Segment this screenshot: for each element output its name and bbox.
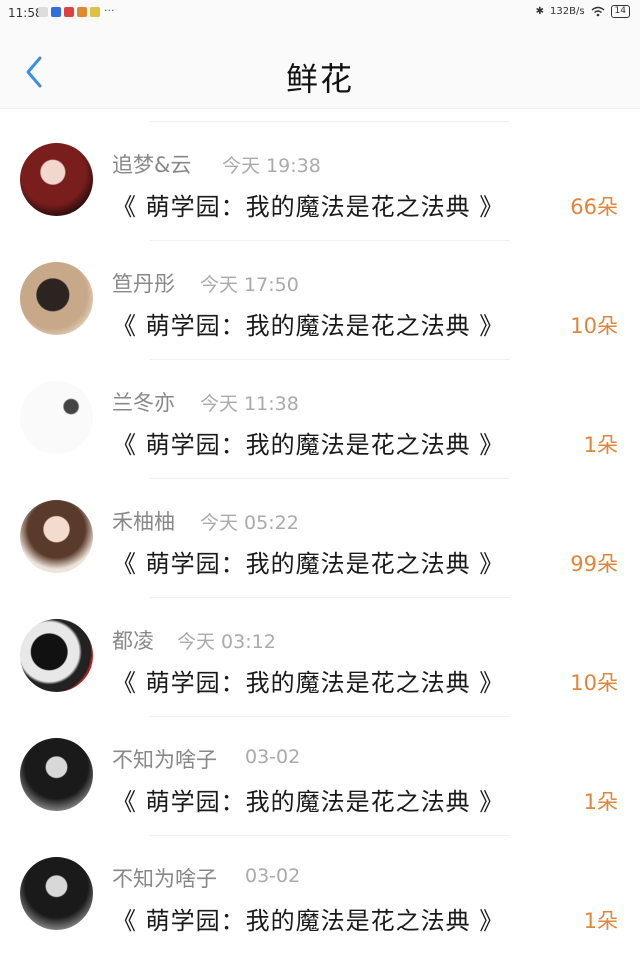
user-name[interactable]: 追梦&云 bbox=[112, 149, 191, 179]
flower-count: 1朵 bbox=[583, 909, 618, 933]
divider bbox=[150, 240, 510, 241]
book-title[interactable]: 《 萌学园：我的魔法是花之法典 》 bbox=[112, 901, 504, 936]
battery-icon: 14 bbox=[610, 5, 630, 18]
list-item[interactable]: 都凌 今天 03:12 《 萌学园：我的魔法是花之法典 》 10朵 bbox=[0, 597, 640, 716]
user-name[interactable]: 兰冬亦 bbox=[112, 387, 175, 417]
divider bbox=[150, 835, 510, 836]
flower-count: 99朵 bbox=[570, 552, 618, 576]
app-notification-icon bbox=[90, 7, 100, 17]
avatar[interactable] bbox=[20, 381, 93, 454]
list-item[interactable]: 不知为啥子 03-02 《 萌学园：我的魔法是花之法典 》 1朵 bbox=[0, 835, 640, 954]
flower-count: 10朵 bbox=[570, 671, 618, 695]
list-item[interactable]: 不知为啥子 03-02 《 萌学园：我的魔法是花之法典 》 1朵 bbox=[0, 716, 640, 835]
list-item[interactable]: 追梦&云 今天 19:38 《 萌学园：我的魔法是花之法典 》 66朵 bbox=[0, 121, 640, 240]
flower-count: 1朵 bbox=[583, 433, 618, 457]
timestamp: 今天 19:38 bbox=[222, 155, 321, 177]
book-title[interactable]: 《 萌学园：我的魔法是花之法典 》 bbox=[112, 782, 504, 817]
app-notification-icon bbox=[64, 7, 74, 17]
avatar[interactable] bbox=[20, 143, 93, 216]
app-notification-icon bbox=[38, 7, 48, 17]
user-name[interactable]: 都凌 bbox=[112, 625, 154, 655]
avatar[interactable] bbox=[20, 262, 93, 335]
page-header: 鲜花 bbox=[0, 26, 640, 109]
status-bar: 11:58 ··· ✱ 132B/s 14 bbox=[0, 0, 640, 26]
book-title[interactable]: 《 萌学园：我的魔法是花之法典 》 bbox=[112, 663, 504, 698]
net-speed: 132B/s bbox=[550, 6, 585, 17]
timestamp: 03-02 bbox=[245, 865, 301, 887]
more-notifications-icon: ··· bbox=[104, 4, 115, 17]
list-item[interactable]: 兰冬亦 今天 11:38 《 萌学园：我的魔法是花之法典 》 1朵 bbox=[0, 359, 640, 478]
avatar[interactable] bbox=[20, 857, 93, 930]
list-item[interactable]: 禾柚柚 今天 05:22 《 萌学园：我的魔法是花之法典 》 99朵 bbox=[0, 478, 640, 597]
page-title: 鲜花 bbox=[285, 60, 354, 98]
timestamp: 今天 05:22 bbox=[200, 512, 299, 534]
divider bbox=[150, 478, 510, 479]
user-name[interactable]: 不知为啥子 bbox=[112, 744, 217, 774]
timestamp: 今天 11:38 bbox=[200, 393, 299, 415]
avatar[interactable] bbox=[20, 500, 93, 573]
app-notification-icon bbox=[51, 7, 61, 17]
book-title[interactable]: 《 萌学园：我的魔法是花之法典 》 bbox=[112, 306, 504, 341]
app-notification-icon bbox=[77, 7, 87, 17]
user-name[interactable]: 禾柚柚 bbox=[112, 506, 175, 536]
status-right: ✱ 132B/s 14 bbox=[536, 5, 630, 18]
divider bbox=[150, 716, 510, 717]
divider bbox=[150, 597, 510, 598]
bluetooth-icon: ✱ bbox=[535, 6, 545, 17]
divider bbox=[150, 121, 510, 122]
user-name[interactable]: 笪丹彤 bbox=[112, 268, 175, 298]
avatar[interactable] bbox=[20, 619, 93, 692]
timestamp: 今天 17:50 bbox=[200, 274, 299, 296]
flower-count: 1朵 bbox=[583, 790, 618, 814]
book-title[interactable]: 《 萌学园：我的魔法是花之法典 》 bbox=[112, 187, 504, 222]
book-title[interactable]: 《 萌学园：我的魔法是花之法典 》 bbox=[112, 425, 504, 460]
avatar[interactable] bbox=[20, 738, 93, 811]
flower-count: 10朵 bbox=[570, 314, 618, 338]
flower-list: 追梦&云 今天 19:38 《 萌学园：我的魔法是花之法典 》 66朵 笪丹彤 … bbox=[0, 121, 640, 954]
flower-count: 66朵 bbox=[570, 195, 618, 219]
notification-icons bbox=[38, 7, 100, 17]
divider bbox=[150, 359, 510, 360]
book-title[interactable]: 《 萌学园：我的魔法是花之法典 》 bbox=[112, 544, 504, 579]
timestamp: 03-02 bbox=[245, 746, 301, 768]
list-item[interactable]: 笪丹彤 今天 17:50 《 萌学园：我的魔法是花之法典 》 10朵 bbox=[0, 240, 640, 359]
timestamp: 今天 03:12 bbox=[177, 631, 276, 653]
user-name[interactable]: 不知为啥子 bbox=[112, 863, 217, 893]
wifi-icon bbox=[591, 6, 604, 17]
